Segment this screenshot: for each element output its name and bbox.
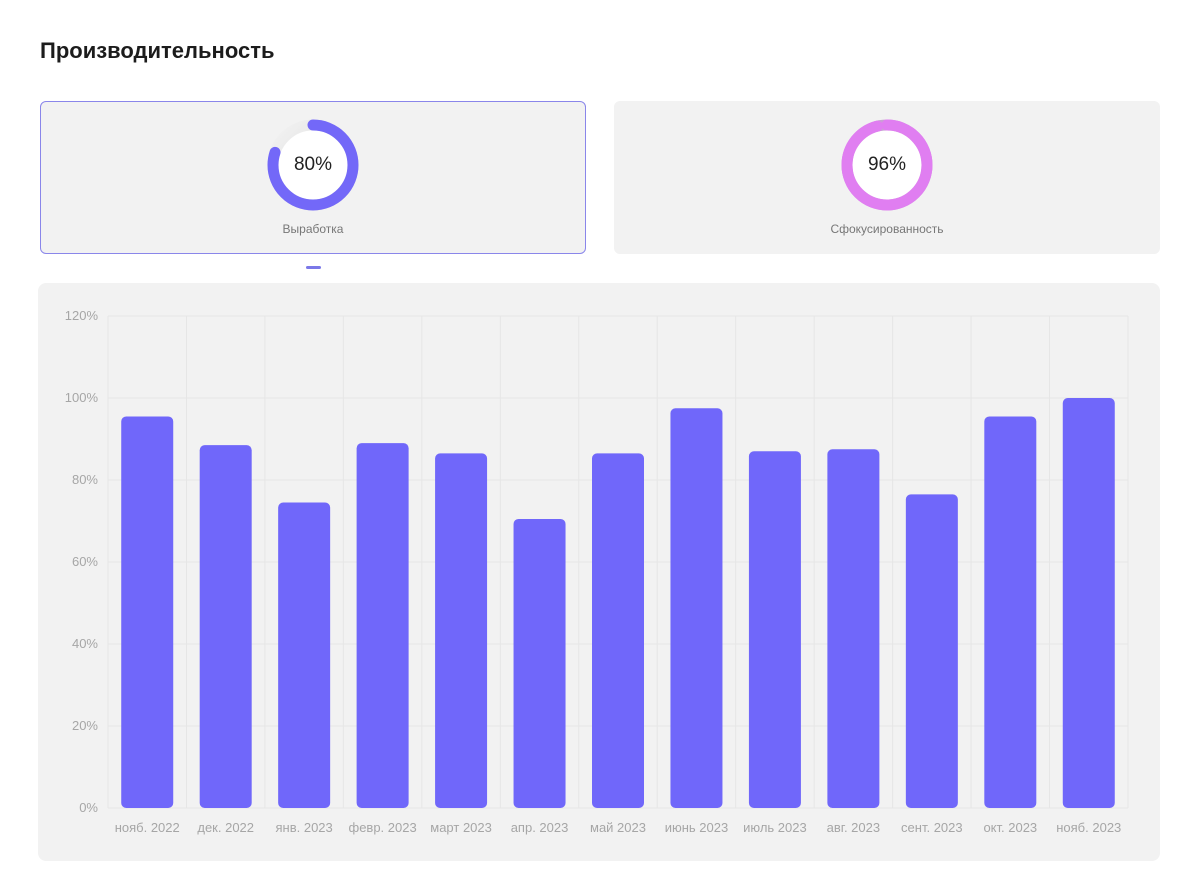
bar [670, 408, 723, 808]
active-card-indicator [306, 266, 321, 269]
x-tick-label: март 2023 [430, 820, 492, 835]
x-tick-label: февр. 2023 [349, 820, 417, 835]
output-metric-card[interactable]: 80% Выработка [40, 101, 586, 254]
bar [199, 445, 252, 808]
productivity-page: Производительность 80% Выработка 96% Сфо… [0, 0, 1200, 896]
bar [984, 416, 1037, 808]
x-tick-label: июнь 2023 [665, 820, 729, 835]
output-donut: 80% [267, 119, 359, 211]
bar [356, 443, 409, 808]
focus-donut: 96% [841, 119, 933, 211]
bar [592, 453, 644, 808]
x-tick-label: нояб. 2022 [115, 820, 180, 835]
page-title: Производительность [40, 38, 275, 63]
x-tick-label: окт. 2023 [983, 820, 1037, 835]
bar [748, 451, 801, 808]
focus-value: 96% [867, 154, 907, 175]
y-tick-label: 80% [72, 472, 98, 487]
bar [827, 449, 880, 808]
y-tick-label: 100% [65, 390, 99, 405]
y-tick-label: 20% [72, 718, 98, 733]
y-tick-label: 0% [79, 800, 98, 815]
bar-chart: 0% 20% 40% 60% 80% 100% 120% нояб. 2022 дек. 202… [65, 308, 1129, 835]
x-tick-label: авг. 2023 [827, 820, 880, 835]
bar [435, 453, 488, 808]
x-tick-label: апр. 2023 [511, 820, 569, 835]
bar [278, 502, 331, 808]
x-tick-label: дек. 2022 [197, 820, 254, 835]
bar [513, 518, 566, 808]
x-tick-label: май 2023 [590, 820, 646, 835]
x-tick-label: сент. 2023 [901, 820, 963, 835]
bar [1062, 398, 1115, 808]
bar [905, 494, 958, 808]
output-label: Выработка [282, 222, 344, 236]
chart-panel: 0% 20% 40% 60% 80% 100% 120% нояб. 2022 дек. 202… [38, 283, 1160, 861]
y-tick-label: 120% [65, 308, 99, 323]
x-tick-label: июль 2023 [743, 820, 807, 835]
focus-label: Сфокусированность [830, 222, 944, 236]
focus-metric-card[interactable]: 96% Сфокусированность [614, 101, 1160, 254]
output-value: 80% [293, 154, 333, 175]
y-tick-label: 60% [72, 554, 98, 569]
bar [121, 416, 174, 808]
y-tick-label: 40% [72, 636, 98, 651]
x-tick-label: янв. 2023 [276, 820, 333, 835]
x-tick-label: нояб. 2023 [1056, 820, 1121, 835]
